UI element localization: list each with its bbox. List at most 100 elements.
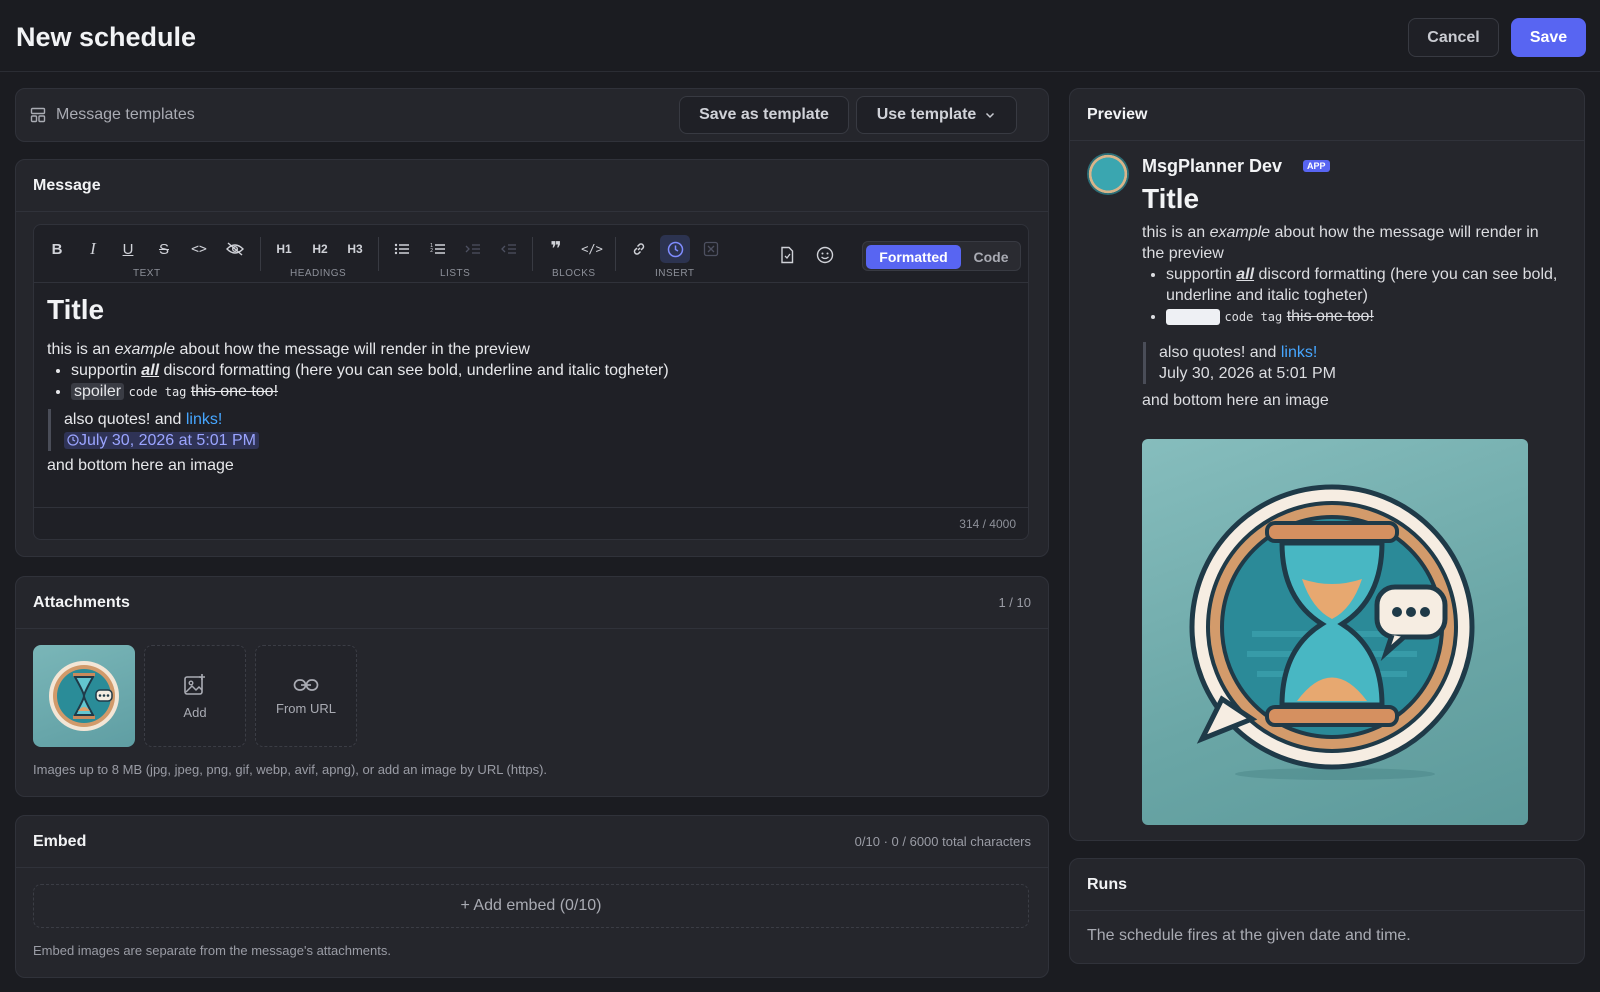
toolbar-group-blocks: BLOCKS [552, 268, 596, 279]
preview-intro: this is an example about how the message… [1142, 222, 1562, 264]
preview-header: Preview [1070, 89, 1584, 141]
preview-intro-emphasis: example [1209, 224, 1271, 241]
hourglass-logo-image [49, 661, 119, 731]
strike-text: this one too! [190, 383, 279, 400]
italic-icon[interactable]: I [78, 235, 108, 263]
bullet-text: supportin [71, 362, 142, 379]
preview-title: Preview [1087, 105, 1148, 123]
toolbar-divider [532, 237, 533, 271]
app-badge: APP [1303, 160, 1330, 172]
emoji-icon[interactable] [810, 241, 840, 269]
runs-header: Runs [1070, 859, 1584, 911]
preview-list: supportin all discord formatting (here y… [1166, 264, 1562, 328]
attachments-header: Attachments 1 / 10 [16, 577, 1048, 629]
numbered-list-icon[interactable]: 12 [423, 235, 453, 263]
strikethrough-icon[interactable]: S [149, 235, 179, 263]
content-quote: also quotes! and links! July 30, 2026 at… [48, 409, 1015, 451]
toolbar-group-insert: INSERT [655, 268, 695, 279]
code-mode-button[interactable]: Code [963, 245, 1019, 269]
embed-panel: Embed 0/10 · 0 / 6000 total characters +… [15, 815, 1049, 978]
save-as-template-button[interactable]: Save as template [679, 96, 849, 134]
cancel-button[interactable]: Cancel [1408, 18, 1499, 57]
add-embed-button[interactable]: + Add embed (0/10) [33, 884, 1029, 928]
toolbar-divider [260, 237, 261, 271]
add-image-icon [184, 673, 205, 695]
link-icon[interactable] [624, 235, 654, 263]
svg-text:2: 2 [430, 248, 433, 254]
outdent-icon[interactable] [494, 235, 524, 263]
preview-quote-text: also quotes! and [1159, 344, 1281, 361]
preview-message-body: Title this is an example about how the m… [1142, 181, 1562, 411]
avatar [1087, 153, 1129, 195]
formatted-mode-button[interactable]: Formatted [866, 245, 961, 269]
indent-icon[interactable] [458, 235, 488, 263]
h2-label: H2 [312, 242, 328, 256]
chevron-down-icon [986, 112, 995, 119]
attachment-thumbnail[interactable] [33, 645, 135, 747]
from-url-label: From URL [276, 700, 336, 716]
inline-code: code tag [128, 385, 187, 399]
bullet-strong: all [141, 362, 160, 379]
editor-toolbar: B I U S <> TEXT H1 H2 H3 HEADINGS 12 LIS… [34, 225, 1028, 283]
inline-code-icon[interactable]: <> [184, 235, 214, 263]
bot-name: MsgPlanner Dev [1142, 156, 1283, 176]
message-section-title: Message [33, 176, 101, 194]
quote-text: also quotes! and [64, 411, 186, 428]
image-remove-icon[interactable] [696, 235, 726, 263]
editor-content[interactable]: Title this is an example about how the m… [34, 283, 1028, 486]
file-icon[interactable] [772, 241, 802, 269]
message-editor[interactable]: B I U S <> TEXT H1 H2 H3 HEADINGS 12 LIS… [33, 224, 1029, 540]
preview-quote-link[interactable]: links! [1281, 344, 1317, 361]
attachments-title: Attachments [33, 593, 130, 611]
content-intro: this is an example about how the message… [47, 339, 1015, 360]
page-title: New schedule [16, 22, 197, 52]
heading-1-icon[interactable]: H1 [269, 235, 299, 263]
intro-emphasis: example [114, 341, 176, 358]
bullet-list-icon[interactable] [387, 235, 417, 263]
bold-icon[interactable]: B [42, 235, 72, 263]
code-block-icon[interactable]: </> [577, 235, 607, 263]
link-icon [293, 678, 319, 691]
add-attachment-label: Add [183, 704, 207, 720]
preview-panel: Preview MsgPlanner Dev APP Title this is… [1069, 88, 1585, 841]
templates-label: Message templates [56, 106, 195, 123]
template-icon [30, 107, 46, 123]
mode-toggle: Formatted Code [862, 241, 1021, 271]
toolbar-group-lists: LISTS [440, 268, 471, 279]
preview-image[interactable] [1142, 439, 1528, 825]
timestamp-clock-icon[interactable] [660, 235, 690, 263]
quote-link[interactable]: links! [186, 411, 222, 428]
preview-bullet-strong: all [1236, 266, 1255, 283]
h1-label: H1 [276, 242, 292, 256]
message-panel: Message B I U S <> TEXT H1 H2 H3 HEADING… [15, 159, 1049, 557]
timestamp-chip[interactable]: July 30, 2026 at 5:01 PM [64, 432, 259, 449]
h3-label: H3 [347, 242, 363, 256]
list-item: supportin all discord formatting (here y… [1166, 264, 1562, 306]
character-counter: 314 / 4000 [34, 507, 1028, 539]
preview-spoiler[interactable] [1166, 308, 1220, 325]
list-item: supportin all discord formatting (here y… [71, 360, 1015, 381]
hourglass-logo-image [1189, 484, 1475, 780]
list-item: spoiler code tag this one too! [71, 381, 1015, 403]
spoiler-icon[interactable] [220, 235, 250, 263]
heading-2-icon[interactable]: H2 [305, 235, 335, 263]
embed-header: Embed 0/10 · 0 / 6000 total characters [16, 816, 1048, 868]
use-template-button[interactable]: Use template [856, 96, 1017, 134]
toolbar-group-headings: HEADINGS [290, 268, 347, 279]
toolbar-divider [615, 237, 616, 271]
templates-bar: Message templates Save as template Use t… [15, 88, 1049, 142]
blockquote-icon[interactable]: ❞ [541, 235, 571, 263]
bullet-text-end: discord formatting (here you can see bol… [159, 362, 669, 379]
use-template-label: Use template [876, 106, 977, 123]
preview-timestamp: July 30, 2026 at 5:01 PM [1159, 365, 1336, 382]
runs-description: The schedule fires at the given date and… [1087, 927, 1411, 944]
heading-3-icon[interactable]: H3 [340, 235, 370, 263]
add-attachment-button[interactable]: Add [144, 645, 246, 747]
intro-text: this is an [47, 341, 115, 358]
content-title: Title [47, 294, 105, 325]
from-url-button[interactable]: From URL [255, 645, 357, 747]
save-as-template-label: Save as template [699, 106, 829, 123]
underline-icon[interactable]: U [113, 235, 143, 263]
save-button[interactable]: Save [1511, 18, 1586, 57]
content-bottom: and bottom here an image [47, 457, 234, 474]
